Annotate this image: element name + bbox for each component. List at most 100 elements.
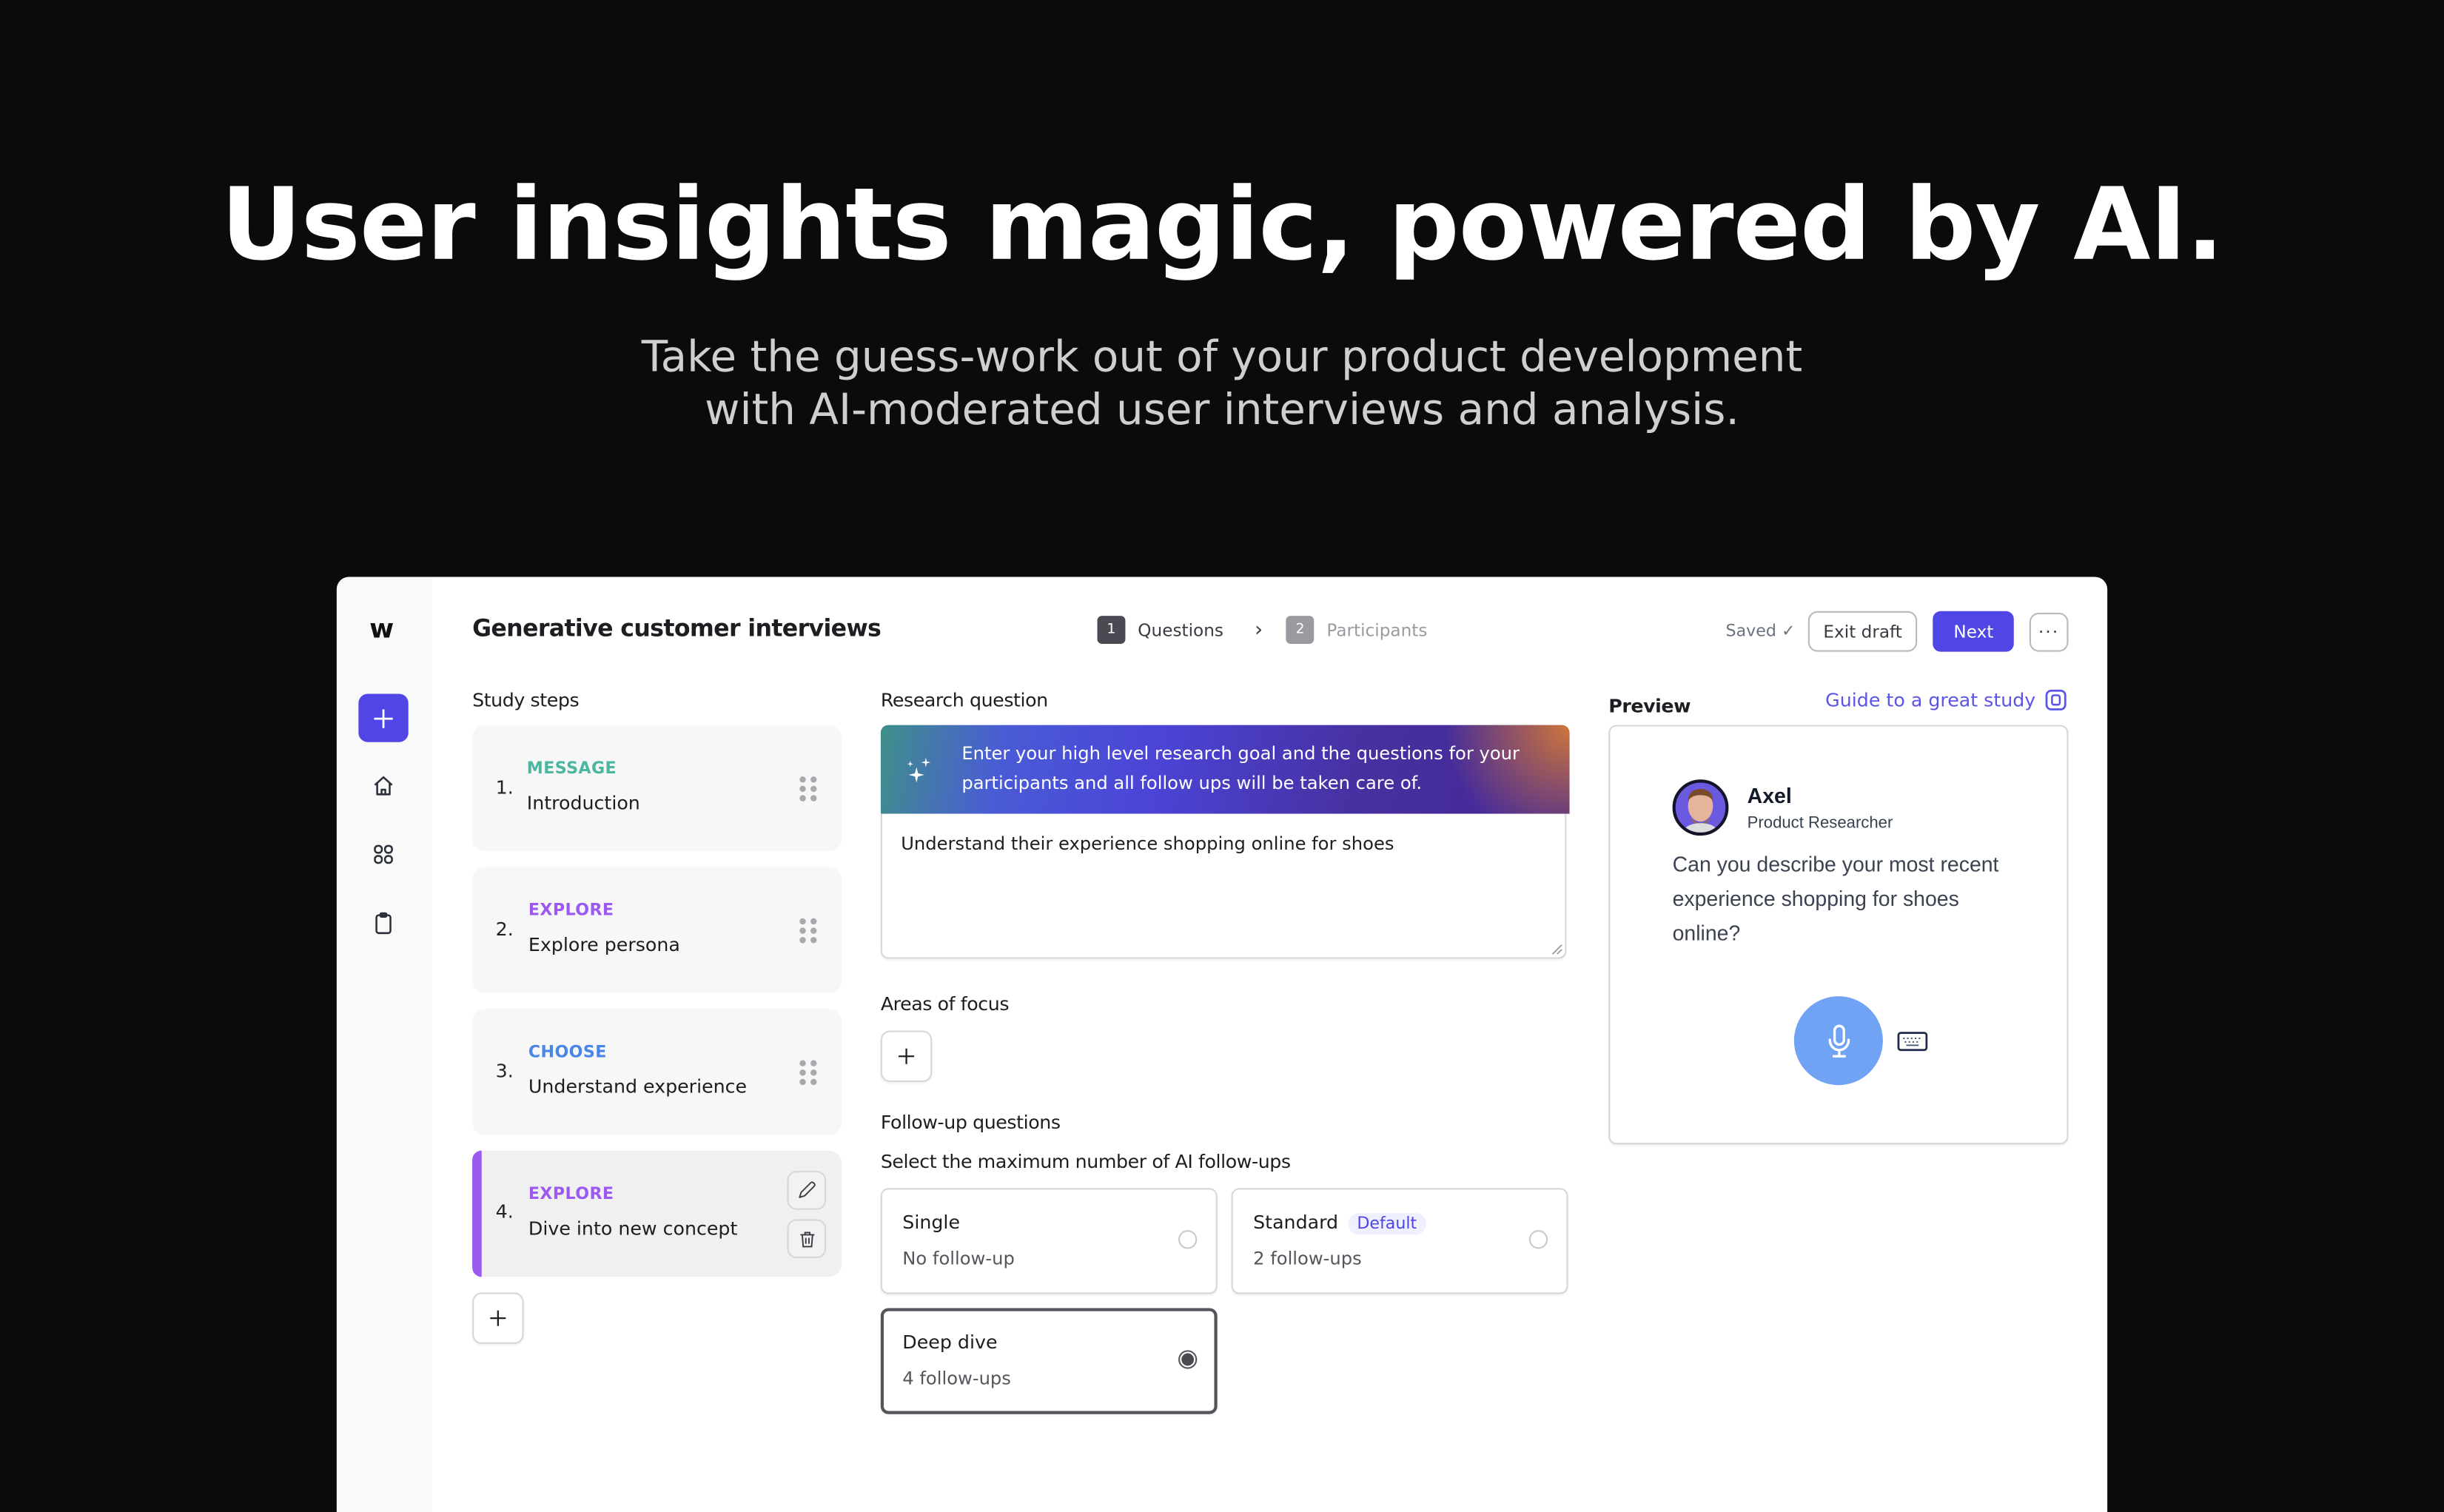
followup-option-deep-dive[interactable]: Deep dive 4 follow-ups <box>880 1308 1218 1414</box>
followup-option-single[interactable]: Single No follow-up <box>880 1188 1218 1294</box>
saved-status: Saved ✓ <box>1726 622 1796 641</box>
step-card[interactable]: 1. MESSAGE Introduction <box>472 725 842 852</box>
interviewer-role: Product Researcher <box>1747 813 1893 833</box>
sparkle-icon <box>907 757 931 783</box>
trash-icon <box>799 1231 814 1247</box>
step-actions <box>787 1171 827 1259</box>
microphone-icon <box>1827 1024 1850 1057</box>
plus-icon <box>899 1048 915 1064</box>
resize-handle-icon[interactable] <box>1551 943 1563 955</box>
step-card[interactable]: 2. EXPLORE Explore persona <box>472 867 842 993</box>
guide-link-text: Guide to a great study <box>1825 689 2036 711</box>
drag-handle-icon[interactable] <box>799 918 817 944</box>
sidebar-item-home[interactable] <box>371 773 396 799</box>
microphone-button[interactable] <box>1793 996 1883 1086</box>
add-step-button[interactable] <box>472 1292 524 1344</box>
option-title: Standard Default <box>1253 1212 1426 1235</box>
research-question-input[interactable]: Understand their experience shopping onl… <box>880 813 1567 959</box>
step-card-selected[interactable]: 4. EXPLORE Dive into new concept <box>472 1150 842 1277</box>
hero-subtitle: Take the guess-work out of your product … <box>0 331 2444 437</box>
follow-up-label: Follow-up questions <box>880 1112 1061 1134</box>
check-icon: ✓ <box>1781 622 1796 641</box>
pencil-icon <box>799 1181 816 1198</box>
next-button[interactable]: Next <box>1933 611 2014 652</box>
hero-title: User insights magic, powered by AI. <box>221 168 2223 284</box>
app-logo[interactable]: w <box>369 614 394 645</box>
clipboard-icon <box>375 912 392 935</box>
option-title: Single <box>902 1211 960 1234</box>
step-name: Explore persona <box>528 933 680 956</box>
saved-label: Saved <box>1725 622 1776 641</box>
study-steps-label: Study steps <box>472 689 580 711</box>
research-question-value: Understand their experience shopping onl… <box>901 832 1394 855</box>
avatar <box>1672 779 1729 836</box>
option-subtitle: No follow-up <box>902 1247 1015 1269</box>
ellipsis-icon: ··· <box>2038 621 2060 642</box>
tab-participants[interactable]: Participants <box>1326 619 1427 639</box>
drag-handle-icon[interactable] <box>799 1060 817 1086</box>
step-name: Understand experience <box>528 1075 748 1098</box>
add-focus-area-button[interactable] <box>880 1030 933 1082</box>
step-type: MESSAGE <box>526 759 617 779</box>
research-question-label: Research question <box>880 689 1048 711</box>
default-badge: Default <box>1347 1212 1426 1235</box>
keyboard-icon <box>1897 1032 1928 1052</box>
delete-step-button[interactable] <box>787 1219 827 1259</box>
step-number-questions[interactable]: 1 <box>1097 616 1126 645</box>
option-subtitle: 2 follow-ups <box>1253 1247 1362 1269</box>
person-photo-icon <box>1682 788 1719 833</box>
ai-hint-text: Enter your high level research goal and … <box>961 742 1520 794</box>
more-options-button[interactable]: ··· <box>2029 611 2069 651</box>
plus-icon <box>490 1310 506 1326</box>
step-index: 2. <box>495 918 514 941</box>
step-card[interactable]: 3. CHOOSE Understand experience <box>472 1008 842 1135</box>
option-title: Deep dive <box>902 1331 998 1354</box>
areas-of-focus-label: Areas of focus <box>880 992 1010 1015</box>
interviewer-name: Axel <box>1747 784 1792 808</box>
preview-question: Can you describe your most recent experi… <box>1672 853 1999 945</box>
new-study-button[interactable] <box>358 693 409 742</box>
radio-dot <box>1181 1353 1195 1366</box>
step-type: EXPLORE <box>528 901 614 920</box>
option-title-text: Standard <box>1253 1211 1339 1234</box>
follow-up-sublabel: Select the maximum number of AI follow-u… <box>880 1150 1291 1173</box>
ai-hint-banner: Enter your high level research goal and … <box>880 725 1570 814</box>
chevron-right-icon: › <box>1255 618 1263 642</box>
grid-icon <box>374 844 393 864</box>
drag-handle-icon[interactable] <box>799 776 817 802</box>
keyboard-button[interactable] <box>1897 1030 1928 1060</box>
sidebar-item-apps[interactable] <box>371 842 396 867</box>
option-subtitle: 4 follow-ups <box>902 1367 1011 1389</box>
app-window: w Generative customer interviews 1 Quest… <box>336 577 2108 1512</box>
step-index: 1. <box>495 776 514 799</box>
radio-button[interactable] <box>1178 1230 1198 1249</box>
step-index: 3. <box>495 1060 514 1082</box>
step-index: 4. <box>495 1200 514 1223</box>
radio-button[interactable] <box>1528 1230 1548 1249</box>
hero-subtitle-line-2: with AI-moderated user interviews and an… <box>705 385 1739 435</box>
step-type: CHOOSE <box>528 1043 607 1062</box>
book-icon <box>2045 689 2067 710</box>
wizard-stepper: 1 Questions › 2 Participants <box>1097 616 1427 645</box>
preview-label: Preview <box>1608 695 1691 718</box>
step-type: EXPLORE <box>528 1185 614 1204</box>
step-name: Dive into new concept <box>528 1217 738 1240</box>
followup-option-standard[interactable]: Standard Default 2 follow-ups <box>1231 1188 1568 1294</box>
sidebar-rail: w <box>336 577 432 1512</box>
header-actions: Saved ✓ Exit draft Next ··· <box>1726 611 2069 652</box>
home-icon <box>374 776 393 796</box>
edit-step-button[interactable] <box>787 1171 827 1210</box>
preview-header: Preview Guide to a great study <box>1608 689 2067 719</box>
step-number-participants[interactable]: 2 <box>1286 616 1315 645</box>
guide-link[interactable]: Guide to a great study <box>1825 689 2067 711</box>
sidebar-item-studies[interactable] <box>371 910 396 935</box>
page-title: Generative customer interviews <box>472 614 882 642</box>
exit-draft-button[interactable]: Exit draft <box>1807 611 1918 652</box>
hero-subtitle-line-1: Take the guess-work out of your product … <box>641 332 1803 383</box>
tab-questions[interactable]: Questions <box>1138 619 1223 639</box>
preview-card: Axel Product Researcher Can you describe… <box>1608 725 2069 1145</box>
step-name: Introduction <box>526 792 640 814</box>
radio-button-selected[interactable] <box>1178 1350 1198 1369</box>
study-steps-list: 1. MESSAGE Introduction 2. EXPLORE Explo… <box>472 725 842 1344</box>
plus-icon <box>374 708 393 728</box>
